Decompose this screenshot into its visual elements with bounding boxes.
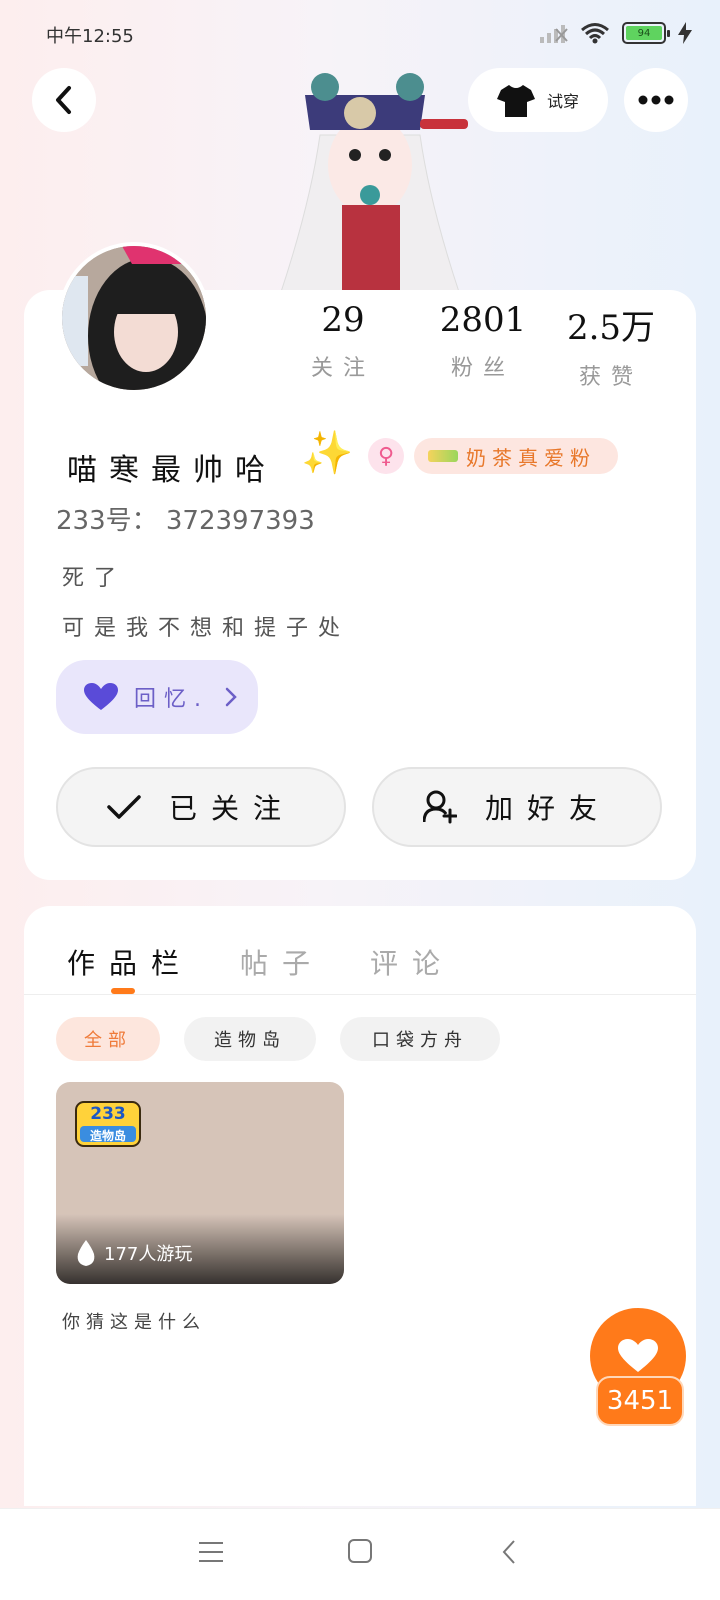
- tryon-label: 试穿: [546, 92, 579, 111]
- like-count: 3451: [596, 1376, 684, 1426]
- work-title[interactable]: 你猜这是什么: [62, 1308, 206, 1334]
- avatar-figure: [250, 55, 490, 296]
- flame-icon: [77, 1240, 95, 1266]
- tab-comments[interactable]: 评论: [370, 942, 454, 982]
- stat-value: 2801: [439, 300, 527, 340]
- tab-divider: [24, 994, 696, 995]
- home-icon[interactable]: [348, 1539, 372, 1563]
- username: 喵寒最帅哈: [67, 453, 277, 488]
- fan-level-icon: [428, 450, 458, 462]
- memory-chip[interactable]: 回忆.: [56, 660, 258, 734]
- add-friend-button[interactable]: 加好友: [372, 767, 662, 847]
- user-photo-icon: [62, 246, 206, 390]
- filter-all[interactable]: 全部: [56, 1017, 160, 1061]
- battery-level: 94: [626, 26, 662, 40]
- stat-label: 粉丝: [450, 356, 515, 381]
- user-id: 233号： 372397393: [56, 506, 315, 536]
- stat-label: 获赞: [578, 365, 643, 390]
- back-nav-icon[interactable]: [502, 1539, 516, 1565]
- heart-icon: [84, 683, 118, 710]
- filter-creation-island[interactable]: 造物岛: [184, 1017, 316, 1061]
- stat-label: 关注: [310, 356, 375, 381]
- tab-posts[interactable]: 帖子: [240, 942, 324, 982]
- memory-label: 回忆.: [134, 687, 209, 712]
- avatar-photo: [62, 246, 206, 390]
- wifi-icon: [581, 23, 609, 44]
- sparkle-icon: ✨: [301, 428, 354, 477]
- stat-value: 29: [321, 300, 365, 340]
- game-logo: 233 造物岛: [74, 1100, 142, 1148]
- work-plays: 177人游玩: [76, 1240, 192, 1266]
- filter-pocket-ark[interactable]: 口袋方舟: [340, 1017, 500, 1061]
- work-plays-text: 177人游玩: [104, 1244, 193, 1265]
- battery-icon: 94: [622, 22, 670, 44]
- stat-followers[interactable]: 2801 粉丝: [428, 300, 538, 382]
- signal-icon: [540, 25, 568, 43]
- status-time: 中午12:55: [46, 26, 134, 47]
- more-dots-icon: [638, 95, 674, 105]
- more-button[interactable]: [624, 68, 688, 132]
- back-arrow-icon: [56, 86, 71, 114]
- add-friend-label: 加好友: [484, 792, 611, 825]
- charging-icon: [678, 22, 692, 44]
- tshirt-icon: [496, 85, 535, 117]
- tab-works[interactable]: 作品栏: [67, 942, 193, 982]
- check-icon: [107, 795, 141, 819]
- fan-badge[interactable]: 奶茶真爱粉: [414, 438, 618, 474]
- stat-likes[interactable]: 2.5万 获赞: [556, 300, 666, 391]
- character-figure-icon: [279, 73, 468, 296]
- status-icons: 94: [540, 22, 692, 44]
- stat-following[interactable]: 29 关注: [288, 300, 398, 382]
- female-gender-icon: ♀: [368, 438, 404, 474]
- work-card[interactable]: 233 造物岛 177人游玩: [56, 1082, 344, 1284]
- system-nav-bar: [0, 1508, 720, 1600]
- fan-badge-text: 奶茶真爱粉: [466, 445, 596, 470]
- followed-button[interactable]: 已关注: [56, 767, 346, 847]
- stat-value: 2.5万: [566, 308, 656, 348]
- game-logo-subtext: 造物岛: [89, 1129, 126, 1143]
- tryon-button[interactable]: 试穿: [468, 68, 608, 132]
- bio-line-1: 死了: [62, 566, 127, 591]
- add-user-icon: [422, 790, 457, 824]
- menu-icon[interactable]: [198, 1541, 224, 1563]
- avatar[interactable]: [58, 242, 210, 394]
- bio-line-2: 可是我不想和提子处: [62, 616, 351, 641]
- followed-label: 已关注: [168, 792, 295, 825]
- like-heart-icon: [618, 1339, 658, 1372]
- chevron-right-icon: [225, 687, 237, 707]
- game-logo-text: 233: [90, 1104, 126, 1124]
- status-bar: 中午12:55 94: [0, 0, 720, 60]
- back-button[interactable]: [32, 68, 96, 132]
